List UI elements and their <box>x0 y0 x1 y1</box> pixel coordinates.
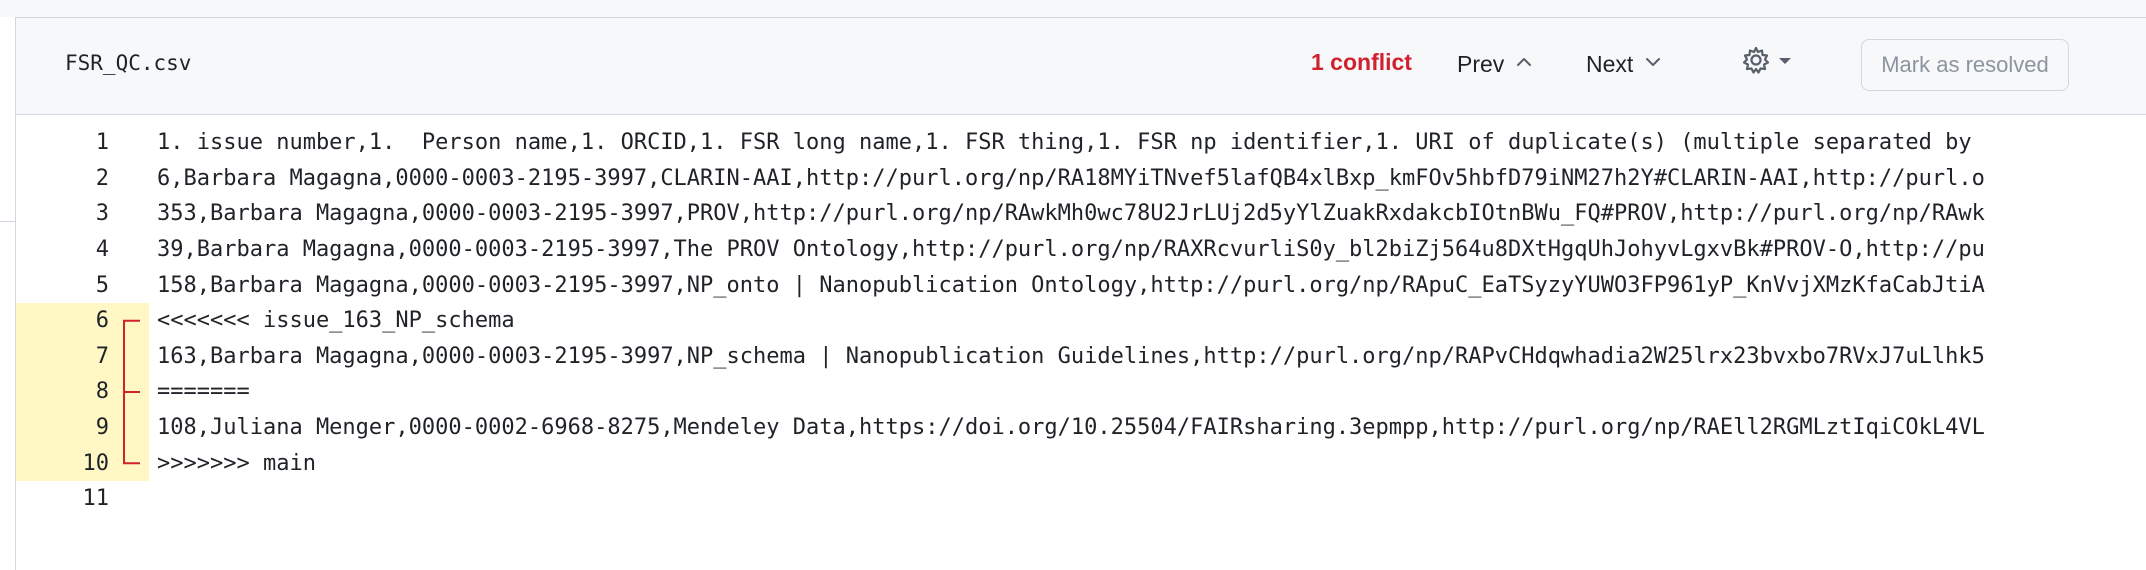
file-name: FSR_QC.csv <box>65 51 192 75</box>
code-line[interactable]: 7 163,Barbara Magagna,0000-0003-2195-3997… <box>16 338 2146 375</box>
line-text: 39,Barbara Magagna,0000-0003-2195-3997,T… <box>157 237 1985 263</box>
code-line[interactable]: 11 <box>16 481 2146 517</box>
code-line[interactable]: 3 353,Barbara Magagna,0000-0003-2195-3997… <box>16 196 2146 232</box>
chevron-down-icon <box>1643 51 1663 78</box>
code-editor[interactable]: 1 1. issue number,1. Person name,1. ORCID… <box>16 125 2146 570</box>
code-line[interactable]: 9 108,Juliana Menger,0000-0002-6968-8275,… <box>16 409 2146 446</box>
window-top-strip <box>0 0 2146 18</box>
line-text: ======= <box>157 379 250 405</box>
code-line[interactable]: 10 >>>>>>> main <box>16 445 2146 481</box>
gear-icon <box>1740 44 1772 81</box>
conflict-bracket <box>123 319 140 465</box>
code-line[interactable]: 1 1. issue number,1. Person name,1. ORCID… <box>16 125 2146 161</box>
line-text: 1. issue number,1. Person name,1. ORCID,… <box>157 130 1972 156</box>
code-line[interactable]: 6 <<<<<<< issue_163_NP_schema <box>16 303 2146 339</box>
code-line[interactable]: 2 6,Barbara Magagna,0000-0003-2195-3997,C… <box>16 161 2146 197</box>
prev-label: Prev <box>1457 50 1505 77</box>
line-text: 6,Barbara Magagna,0000-0003-2195-3997,CL… <box>157 165 1985 191</box>
sidebar-edge <box>0 17 16 570</box>
next-label: Next <box>1586 50 1634 77</box>
line-text: 353,Barbara Magagna,0000-0003-2195-3997,… <box>157 201 1985 227</box>
code-line[interactable]: 4 39,Barbara Magagna,0000-0003-2195-3997,… <box>16 232 2146 268</box>
line-text: 158,Barbara Magagna,0000-0003-2195-3997,… <box>157 272 1985 298</box>
code-line[interactable]: 5 158,Barbara Magagna,0000-0003-2195-3997… <box>16 267 2146 303</box>
conflict-editor-header: FSR_QC.csv 1 conflict Prev Next Mark as … <box>16 18 2146 115</box>
line-text: >>>>>>> main <box>157 450 316 476</box>
mark-as-resolved-label: Mark as resolved <box>1881 52 2049 77</box>
code-line[interactable]: 8 ======= <box>16 374 2146 410</box>
chevron-up-icon <box>1514 51 1534 78</box>
line-text: 163,Barbara Magagna,0000-0003-2195-3997,… <box>157 343 1985 369</box>
line-text: <<<<<<< issue_163_NP_schema <box>157 308 515 334</box>
line-text: 108,Juliana Menger,0000-0002-6968-8275,M… <box>157 415 1985 441</box>
conflict-count: 1 conflict <box>1311 49 1412 75</box>
settings-dropdown-button[interactable] <box>1740 42 1792 82</box>
next-conflict-button[interactable]: Next <box>1586 44 1663 84</box>
caret-down-icon <box>1778 53 1792 71</box>
mark-as-resolved-button[interactable]: Mark as resolved <box>1861 39 2069 91</box>
prev-conflict-button[interactable]: Prev <box>1457 44 1534 84</box>
sidebar-divider <box>0 221 15 222</box>
